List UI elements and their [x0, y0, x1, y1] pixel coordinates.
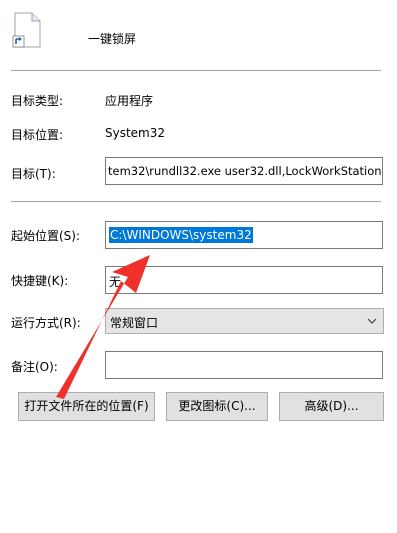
- divider-middle: [11, 201, 381, 202]
- shortcut-file-icon: [12, 12, 41, 48]
- advanced-button[interactable]: 高级(D)...: [279, 392, 384, 421]
- run-select[interactable]: 常规窗口: [105, 308, 384, 334]
- shortcut-key-input-text: 无: [109, 275, 122, 289]
- shortcut-key-input[interactable]: 无: [105, 266, 383, 294]
- shortcut-key-label: 快捷键(K):: [11, 274, 69, 288]
- target-location-value: System32: [105, 126, 166, 140]
- target-label: 目标(T):: [11, 167, 56, 181]
- open-file-location-button[interactable]: 打开文件所在的位置(F): [18, 392, 155, 421]
- comment-label: 备注(O):: [11, 360, 58, 374]
- start-in-label: 起始位置(S):: [11, 229, 81, 243]
- comment-input[interactable]: [105, 351, 383, 379]
- target-input-text: tem32\rundll32.exe user32.dll,LockWorkSt…: [108, 164, 382, 178]
- run-select-value: 常规窗口: [110, 316, 159, 330]
- run-label: 运行方式(R):: [11, 316, 81, 330]
- divider-top: [11, 70, 381, 71]
- target-type-label: 目标类型:: [11, 94, 64, 108]
- shortcut-properties-panel: 一键锁屏 目标类型: 应用程序 目标位置: System32 目标(T): te…: [0, 0, 397, 533]
- chevron-down-icon: [367, 318, 377, 324]
- start-in-input-text: C:\WINDOWS\system32: [109, 227, 253, 243]
- app-name: 一键锁屏: [88, 32, 137, 46]
- target-input[interactable]: tem32\rundll32.exe user32.dll,LockWorkSt…: [105, 157, 383, 185]
- target-type-value: 应用程序: [105, 94, 154, 108]
- target-location-label: 目标位置:: [11, 128, 64, 142]
- start-in-input[interactable]: C:\WINDOWS\system32: [105, 221, 383, 249]
- change-icon-button[interactable]: 更改图标(C)...: [166, 392, 268, 421]
